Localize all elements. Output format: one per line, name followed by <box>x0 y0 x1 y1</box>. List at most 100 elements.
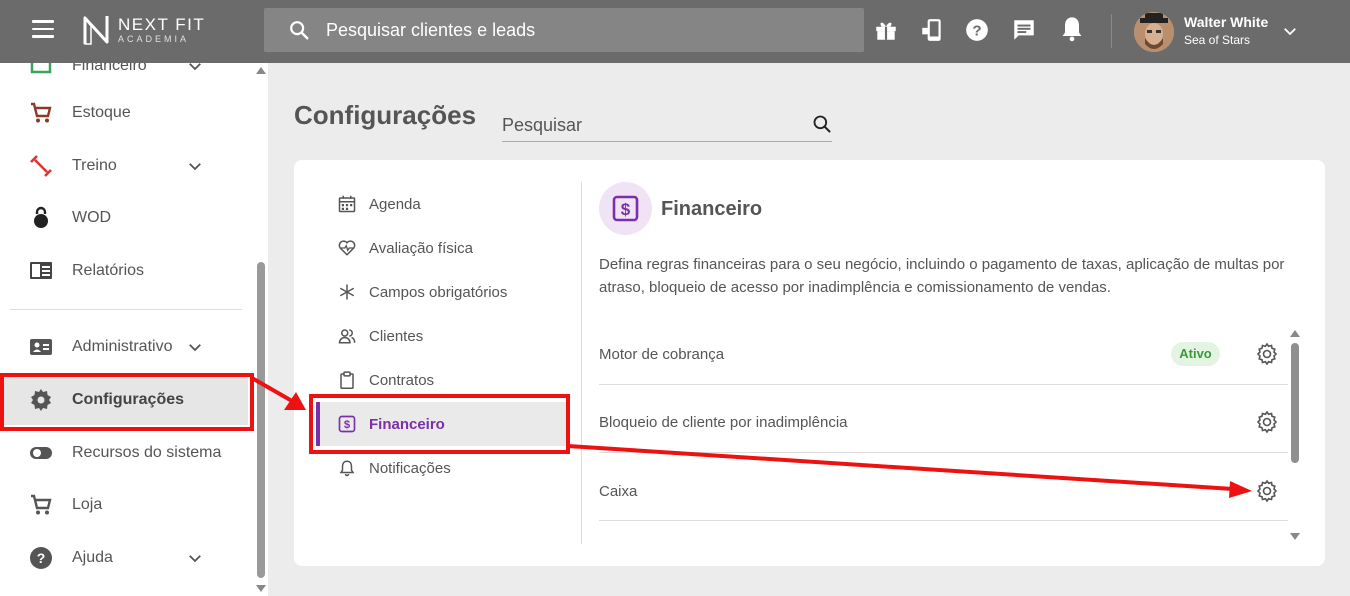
global-search[interactable]: Pesquisar clientes e leads <box>264 8 864 52</box>
search-icon[interactable] <box>812 114 832 134</box>
row-label: Caixa <box>599 483 638 500</box>
logo-icon <box>83 15 109 45</box>
gift-icon[interactable] <box>873 17 899 43</box>
users-icon <box>338 329 356 344</box>
settings-menu-agenda[interactable]: Agenda <box>316 182 566 226</box>
settings-menu-label: Financeiro <box>369 415 445 433</box>
top-bar: NEXT FIT ACADEMIA Pesquisar clientes e l… <box>0 0 1350 63</box>
sidebar-item-wod[interactable]: WOD <box>0 193 248 243</box>
gear-icon[interactable] <box>1255 479 1279 503</box>
report-icon <box>30 262 52 279</box>
bell-icon[interactable] <box>1058 15 1086 43</box>
sidebar-item-label: Estoque <box>72 104 131 121</box>
gear-icon[interactable] <box>1255 410 1279 434</box>
sidebar-item-financeiro[interactable]: Financeiro <box>0 63 248 91</box>
settings-row-motor-cobranca[interactable]: Motor de cobrança Ativo <box>599 317 1288 385</box>
settings-search-input[interactable]: Pesquisar <box>502 108 832 142</box>
asterisk-icon <box>339 284 355 300</box>
logo[interactable]: NEXT FIT ACADEMIA <box>82 14 205 46</box>
settings-menu-label: Agenda <box>369 195 421 213</box>
gear-icon <box>31 389 51 411</box>
money-icon <box>30 63 52 74</box>
sidebar-item-treino[interactable]: Treino <box>0 141 248 191</box>
dollar-icon: $ <box>612 195 639 222</box>
settings-menu-label: Contratos <box>369 371 435 389</box>
bell-icon <box>339 460 355 477</box>
section-description: Defina regras financeiras para o seu neg… <box>599 256 1285 296</box>
sidebar-item-recursos[interactable]: Recursos do sistema <box>0 428 248 478</box>
dollar-icon: $ <box>338 415 356 433</box>
menu-icon[interactable] <box>32 20 54 38</box>
help-icon[interactable]: ? <box>964 17 990 43</box>
svg-text:$: $ <box>621 200 631 219</box>
sidebar-item-relatorios[interactable]: Relatórios <box>0 246 248 296</box>
search-icon <box>290 21 309 40</box>
scroll-down-arrow[interactable] <box>256 585 266 592</box>
settings-menu-clientes[interactable]: Clientes <box>316 314 566 358</box>
card-divider <box>581 182 582 544</box>
scroll-up-arrow[interactable] <box>1290 330 1300 337</box>
row-label: Motor de cobrança <box>599 346 725 363</box>
settings-menu-label: Clientes <box>369 327 424 345</box>
sidebar-item-label: Ajuda <box>72 549 113 566</box>
settings-menu-label: Campos obrigatórios <box>369 283 508 301</box>
sidebar-item-label: Relatórios <box>72 262 145 279</box>
dumbbell-icon <box>30 155 52 177</box>
avatar[interactable] <box>1134 12 1174 52</box>
sidebar-divider <box>10 309 242 310</box>
settings-menu-financeiro[interactable]: $ Financeiro <box>316 402 566 446</box>
help-icon: ? <box>30 547 52 569</box>
sidebar-item-label: Administrativo <box>72 338 173 355</box>
toggle-icon <box>30 447 52 459</box>
settings-search-placeholder: Pesquisar <box>502 115 583 135</box>
logo-sub: ACADEMIA <box>118 34 190 44</box>
sidebar-item-label: Recursos do sistema <box>72 444 222 461</box>
scroll-up-arrow[interactable] <box>256 67 266 74</box>
chevron-down-icon <box>189 555 201 563</box>
sidebar-item-label: Treino <box>72 157 117 174</box>
user-organization: Sea of Stars <box>1184 33 1251 47</box>
sidebar-item-configuracoes[interactable]: Configurações <box>0 375 248 425</box>
chevron-down-icon[interactable] <box>1281 22 1299 40</box>
topbar-divider <box>1111 14 1112 48</box>
id-card-icon <box>30 339 52 355</box>
settings-menu-contratos[interactable]: Contratos <box>316 358 566 402</box>
sidebar-scroll-thumb[interactable] <box>257 262 265 578</box>
chat-icon[interactable] <box>1011 17 1037 43</box>
sidebar-item-administrativo[interactable]: Administrativo <box>0 322 248 372</box>
sidebar-item-label: Financeiro <box>72 63 147 74</box>
scroll-down-arrow[interactable] <box>1290 533 1300 540</box>
sidebar-item-label: Loja <box>72 496 103 513</box>
svg-text:?: ? <box>972 22 981 39</box>
avatar-image <box>1134 12 1174 52</box>
section-title: Financeiro <box>661 198 763 220</box>
search-placeholder: Pesquisar clientes e leads <box>326 19 536 40</box>
section-icon-badge: $ <box>599 182 652 235</box>
sidebar-item-ajuda[interactable]: ? Ajuda <box>0 533 248 583</box>
chevron-down-icon <box>189 63 201 71</box>
mobile-app-icon[interactable] <box>919 17 945 43</box>
page-title: Configurações <box>294 100 477 130</box>
gear-icon[interactable] <box>1255 342 1279 366</box>
section-scroll-thumb[interactable] <box>1291 343 1299 463</box>
settings-row-bloqueio[interactable]: Bloqueio de cliente por inadimplência <box>599 385 1288 453</box>
svg-text:$: $ <box>344 419 351 431</box>
clipboard-icon <box>340 371 354 389</box>
status-badge: Ativo <box>1171 342 1220 366</box>
svg-text:?: ? <box>37 550 46 566</box>
calendar-icon <box>338 195 356 213</box>
user-name[interactable]: Walter White <box>1184 14 1268 30</box>
settings-row-caixa[interactable]: Caixa <box>599 453 1288 521</box>
chevron-down-icon <box>189 163 201 171</box>
cart-icon <box>31 102 52 123</box>
settings-menu-notificacoes[interactable]: Notificações <box>316 446 566 490</box>
heart-pulse-icon <box>338 240 356 256</box>
cart-icon <box>31 494 52 515</box>
sidebar-item-estoque[interactable]: Estoque <box>0 88 248 138</box>
settings-menu-label: Avaliação física <box>369 239 473 257</box>
logo-main: NEXT FIT <box>118 15 206 34</box>
sidebar-item-label: Configurações <box>72 391 185 408</box>
settings-menu-avaliacao[interactable]: Avaliação física <box>316 226 566 270</box>
sidebar-item-loja[interactable]: Loja <box>0 480 248 530</box>
settings-menu-campos[interactable]: Campos obrigatórios <box>316 270 566 314</box>
